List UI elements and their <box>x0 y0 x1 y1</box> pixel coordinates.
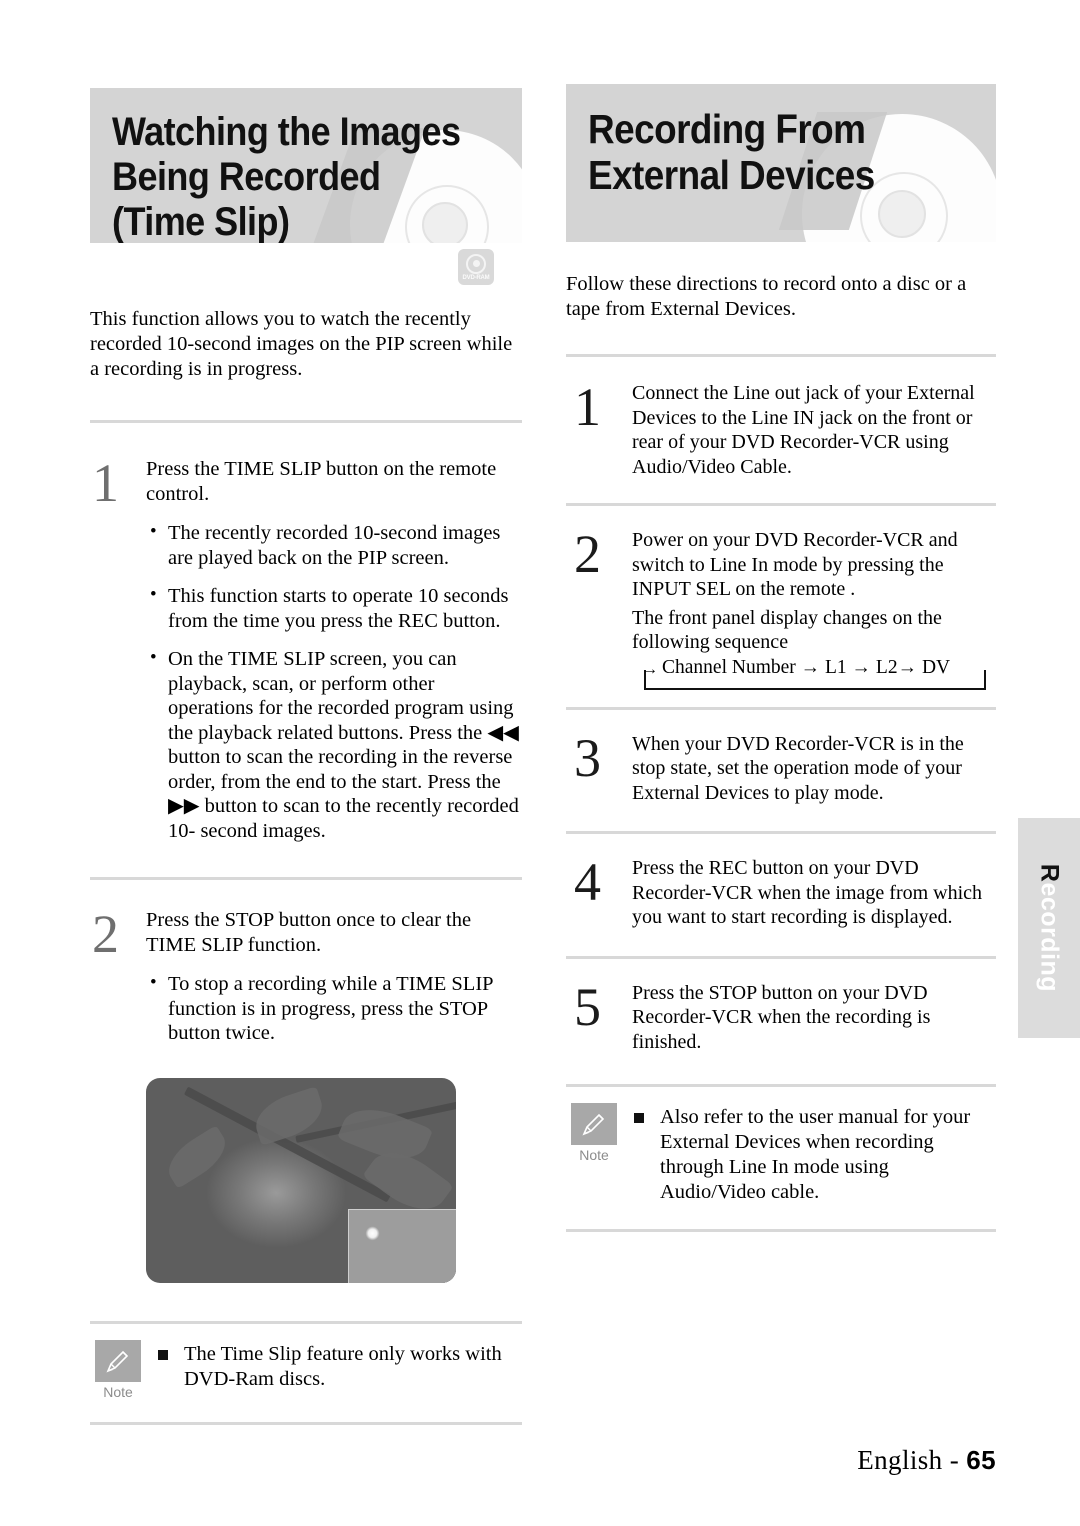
disc-ring-icon <box>466 253 486 274</box>
step-bullet-list: To stop a recording while a TIME SLIP fu… <box>146 971 522 1046</box>
step-lead-text-secondary: The front panel display changes on the f… <box>632 606 942 654</box>
chapter-tab-initial: R <box>1035 863 1064 883</box>
step-lead-text: When your DVD Recorder-VCR is in the sto… <box>632 732 964 804</box>
step-lead-text: Power on your DVD Recorder-VCR and switc… <box>632 529 958 600</box>
note-text: The Time Slip feature only works with DV… <box>156 1342 522 1392</box>
right-section-title: Recording From External Devices <box>588 106 875 199</box>
divider <box>566 955 996 959</box>
divider <box>566 831 996 834</box>
step-number: 2 <box>92 904 119 964</box>
step-lead-text: Press the REC button on your DVD Recorde… <box>632 857 983 928</box>
right-step-1: 1 Connect the Line out jack of your Exte… <box>566 377 996 479</box>
step-number: 1 <box>92 453 119 513</box>
page-footer: English - 65 <box>857 1445 996 1476</box>
divider <box>566 354 996 357</box>
step-number: 2 <box>574 524 601 584</box>
input-sequence-diagram: → Channel Number → L1 → L2→ DV <box>632 657 996 691</box>
step-lead-text: Connect the Line out jack of your Extern… <box>632 382 975 478</box>
left-column: Watching the Images Being Recorded (Time… <box>90 88 522 1425</box>
note-bullet-square-icon <box>158 1349 168 1360</box>
dvd-ram-disc-icon: DVD-RAM <box>458 249 494 285</box>
divider <box>566 503 996 506</box>
step-number: 3 <box>574 727 601 788</box>
right-step-5: 5 Press the STOP button on your DVD Reco… <box>566 976 996 1055</box>
left-note-box: Note The Time Slip feature only works wi… <box>90 1324 522 1400</box>
left-section-banner: Watching the Images Being Recorded (Time… <box>90 88 522 243</box>
main-photo <box>146 1077 456 1283</box>
footer-language: English - <box>857 1445 967 1475</box>
dvd-ram-badge-row: DVD-RAM <box>90 243 522 297</box>
note-bullet-square-icon <box>634 1113 644 1123</box>
bullet-item: On the TIME SLIP screen, you can playbac… <box>146 646 522 843</box>
left-intro-paragraph: This function allows you to watch the re… <box>90 308 513 380</box>
divider <box>90 1421 522 1425</box>
right-section-banner: Recording From External Devices <box>566 84 996 242</box>
left-section-title: Watching the Images Being Recorded (Time… <box>112 110 461 243</box>
left-step-1: 1 Press the TIME SLIP button on the remo… <box>90 453 522 843</box>
right-intro-paragraph: Follow these directions to record onto a… <box>566 273 967 320</box>
step-lead-text: Press the STOP button once to clear the … <box>146 909 472 956</box>
note-label: Note <box>579 1147 609 1163</box>
step-lead-text: Press the STOP button on your DVD Record… <box>632 981 931 1053</box>
divider <box>90 877 522 880</box>
divider <box>90 420 522 423</box>
step-number: 4 <box>574 852 601 912</box>
step-number: 5 <box>574 976 601 1037</box>
divider <box>566 706 996 710</box>
right-column: Recording From External Devices Follow t… <box>566 84 996 1232</box>
time-slip-photo-block <box>146 1077 522 1283</box>
dvd-ram-badge-label: DVD-RAM <box>462 274 490 281</box>
manual-page: Watching the Images Being Recorded (Time… <box>0 0 1080 1526</box>
leaf-graphic <box>160 1124 234 1189</box>
pencil-note-icon <box>571 1103 617 1145</box>
bullet-item: The recently recorded 10-second images a… <box>146 520 522 570</box>
sequence-text: Channel Number → L1 → L2→ DV <box>662 656 951 678</box>
pip-inset-photo <box>348 1208 456 1283</box>
right-note-box: Note Also refer to the user manual for y… <box>566 1087 996 1205</box>
divider <box>566 1229 996 1232</box>
chapter-side-tab: Recording <box>1018 818 1080 1038</box>
step-number: 1 <box>574 377 601 437</box>
bullet-item: To stop a recording while a TIME SLIP fu… <box>146 971 522 1046</box>
step-lead-text: Press the TIME SLIP button on the remote… <box>146 458 497 505</box>
bullet-item: This function starts to operate 10 secon… <box>146 583 522 633</box>
sequence-arrow-icon: → <box>642 660 658 678</box>
chapter-side-tab-label: Recording <box>1035 864 1064 992</box>
right-step-3: 3 When your DVD Recorder-VCR is in the s… <box>566 727 996 806</box>
pencil-note-icon <box>95 1339 141 1382</box>
chapter-tab-rest: ecording <box>1035 882 1064 993</box>
note-label: Note <box>103 1383 133 1400</box>
left-step-2: 2 Press the STOP button once to clear th… <box>90 904 522 1046</box>
right-step-4: 4 Press the REC button on your DVD Recor… <box>566 852 996 930</box>
footer-page-number: 65 <box>966 1445 996 1475</box>
right-step-2: 2 Power on your DVD Recorder-VCR and swi… <box>566 524 996 691</box>
note-text: Also refer to the user manual for your E… <box>632 1105 996 1205</box>
step-bullet-list: The recently recorded 10-second images a… <box>146 520 522 843</box>
